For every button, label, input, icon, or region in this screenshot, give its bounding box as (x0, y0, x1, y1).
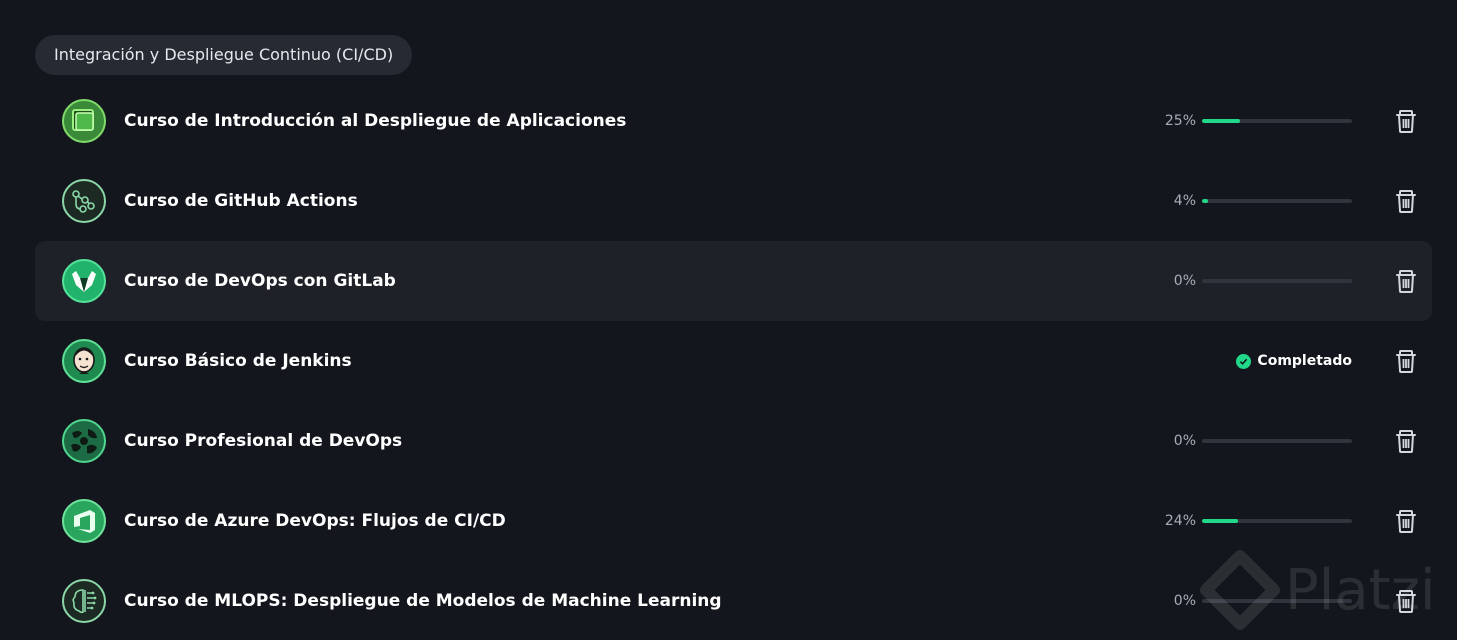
delete-course-button[interactable] (1392, 267, 1420, 295)
check-circle-icon (1236, 353, 1252, 369)
deployment-layers-icon (61, 98, 107, 144)
trash-icon (1396, 350, 1416, 373)
course-row[interactable]: Curso de DevOps con GitLab 0% (35, 241, 1432, 321)
delete-course-button[interactable] (1392, 107, 1420, 135)
delete-course-button[interactable] (1392, 587, 1420, 615)
course-row[interactable]: Curso de Azure DevOps: Flujos de CI/CD 2… (35, 481, 1432, 561)
section-title-pill: Integración y Despliegue Continuo (CI/CD… (35, 35, 413, 75)
delete-course-button[interactable] (1392, 427, 1420, 455)
course-row[interactable]: Curso Profesional de DevOps 0% (35, 401, 1432, 481)
progress-percent: 0% (1173, 273, 1196, 289)
course-row[interactable]: Curso de GitHub Actions 4% (35, 161, 1432, 241)
progress-bar (1202, 279, 1352, 283)
progress-percent: 24% (1164, 513, 1196, 529)
course-title[interactable]: Curso Básico de Jenkins (124, 321, 352, 401)
course-progress: 0% (1156, 561, 1352, 640)
progress-fill (1202, 119, 1240, 123)
progress-bar (1202, 519, 1352, 523)
progress-fill (1202, 199, 1208, 203)
progress-fill (1202, 519, 1238, 523)
delete-course-button[interactable] (1392, 187, 1420, 215)
course-title[interactable]: Curso de Azure DevOps: Flujos de CI/CD (124, 481, 506, 561)
progress-percent: 0% (1173, 433, 1196, 449)
page: Integración y Despliegue Continuo (CI/CD… (0, 0, 1457, 640)
course-title[interactable]: Curso Profesional de DevOps (124, 401, 402, 481)
delete-course-button[interactable] (1392, 507, 1420, 535)
machine-learning-brain-icon (61, 578, 107, 624)
course-progress: 25% (1156, 81, 1352, 161)
progress-percent: 4% (1173, 193, 1196, 209)
course-progress: 0% (1156, 241, 1352, 321)
completed-status: Completado (1236, 321, 1352, 401)
azure-devops-icon (61, 498, 107, 544)
course-progress: 24% (1156, 481, 1352, 561)
trash-icon (1396, 270, 1416, 293)
progress-percent: 25% (1164, 113, 1196, 129)
progress-percent: 0% (1173, 593, 1196, 609)
progress-bar (1202, 199, 1352, 203)
progress-bar (1202, 599, 1352, 603)
trash-icon (1396, 430, 1416, 453)
course-title[interactable]: Curso de MLOPS: Despliegue de Modelos de… (124, 561, 722, 640)
progress-bar (1202, 119, 1352, 123)
github-actions-workflow-icon (61, 178, 107, 224)
trash-icon (1396, 110, 1416, 133)
jenkins-butler-icon (61, 338, 107, 384)
gitlab-fox-icon (61, 258, 107, 304)
trash-icon (1396, 590, 1416, 613)
completed-label: Completado (1257, 353, 1352, 369)
course-row[interactable]: Curso Básico de Jenkins Completado (35, 321, 1432, 401)
course-title[interactable]: Curso de DevOps con GitLab (124, 241, 396, 321)
progress-bar (1202, 439, 1352, 443)
course-row[interactable]: Curso de Introducción al Despliegue de A… (35, 81, 1432, 161)
delete-course-button[interactable] (1392, 347, 1420, 375)
devops-globe-icon (61, 418, 107, 464)
course-progress: 4% (1156, 161, 1352, 241)
course-row[interactable]: Curso de MLOPS: Despliegue de Modelos de… (35, 561, 1432, 640)
course-title[interactable]: Curso de GitHub Actions (124, 161, 358, 241)
course-list: Curso de Introducción al Despliegue de A… (35, 81, 1432, 640)
course-progress: 0% (1156, 401, 1352, 481)
trash-icon (1396, 190, 1416, 213)
trash-icon (1396, 510, 1416, 533)
course-title[interactable]: Curso de Introducción al Despliegue de A… (124, 81, 626, 161)
